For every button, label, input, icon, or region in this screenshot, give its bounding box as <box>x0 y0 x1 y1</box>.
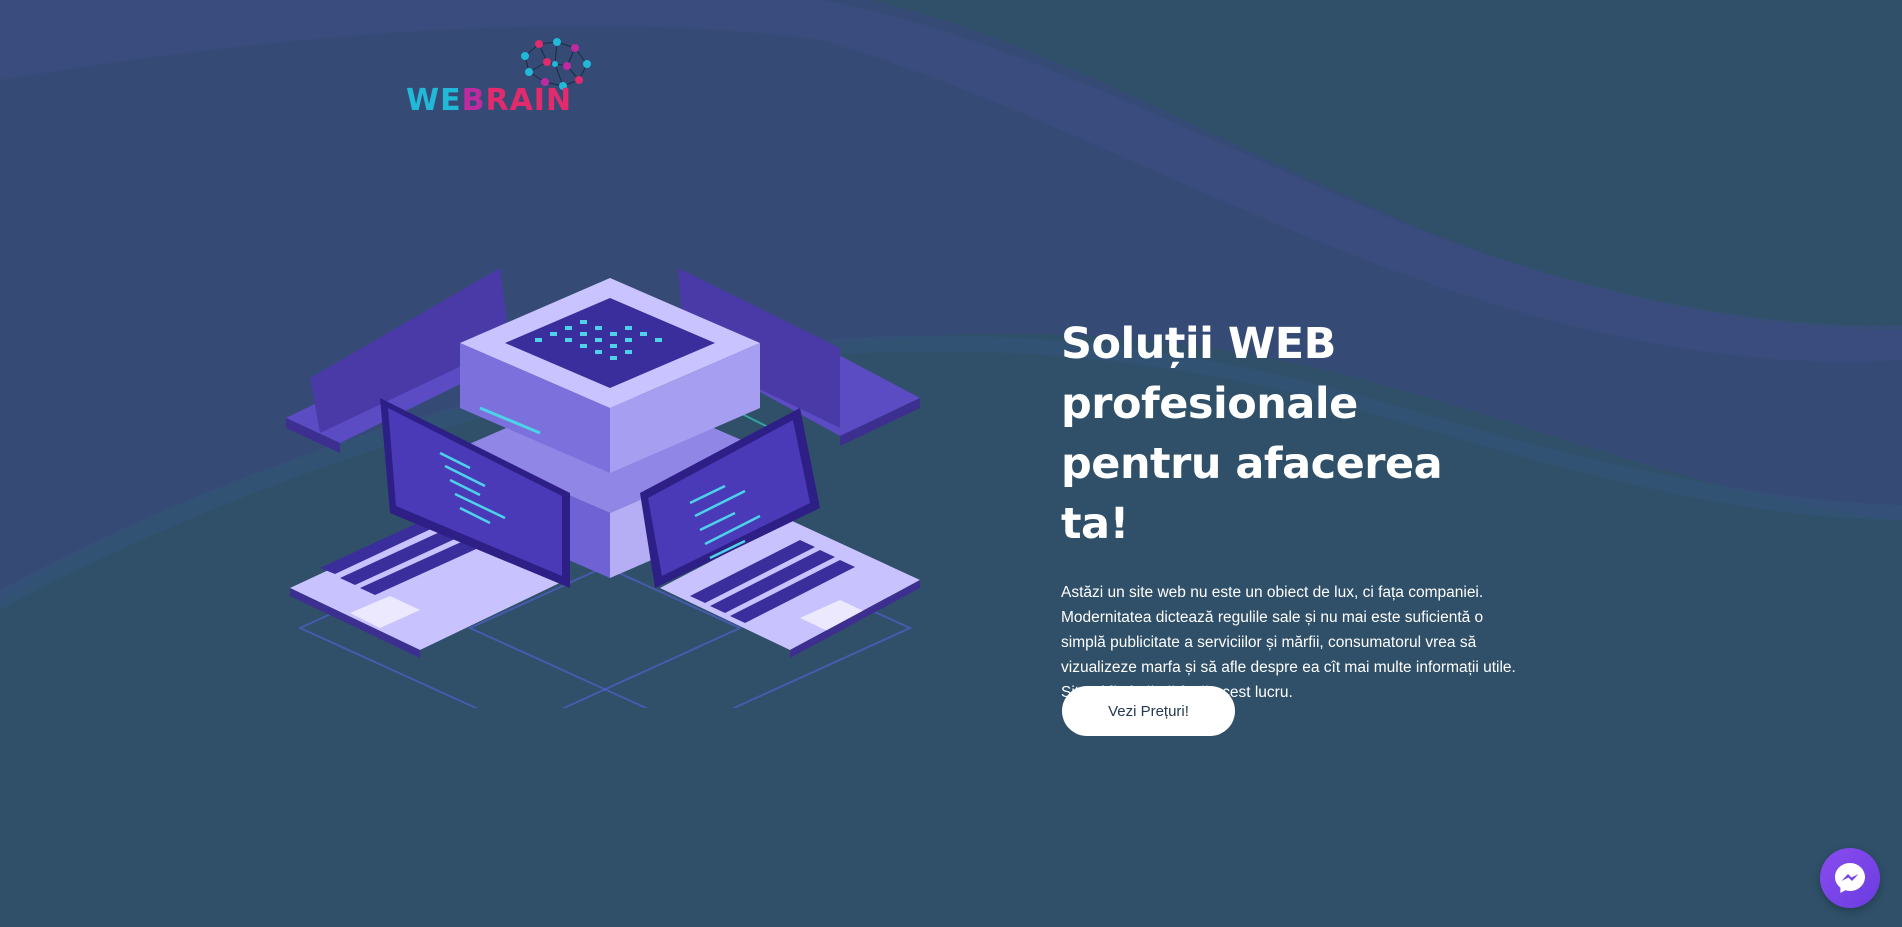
server-laptops-illustration <box>286 268 920 708</box>
logo-wordmark: WEBRAIN <box>406 84 572 118</box>
logo-text-b: B <box>461 83 486 118</box>
hero-title: Soluții WEB profesionale pentru afacerea… <box>1061 319 1443 549</box>
logo-text-we: WE <box>406 83 462 118</box>
messenger-chat-button[interactable] <box>1820 848 1880 908</box>
page: WEBRAIN Soluții WEB profesionale pentru … <box>0 0 1902 927</box>
logo-text-rain: RAIN <box>485 83 573 118</box>
webbrain-logo[interactable]: WEBRAIN <box>400 36 600 122</box>
hero-section: Soluții WEB profesionale pentru afacerea… <box>1061 314 1521 705</box>
messenger-icon <box>1835 863 1865 893</box>
view-prices-button[interactable]: Vezi Prețuri! <box>1062 686 1235 736</box>
